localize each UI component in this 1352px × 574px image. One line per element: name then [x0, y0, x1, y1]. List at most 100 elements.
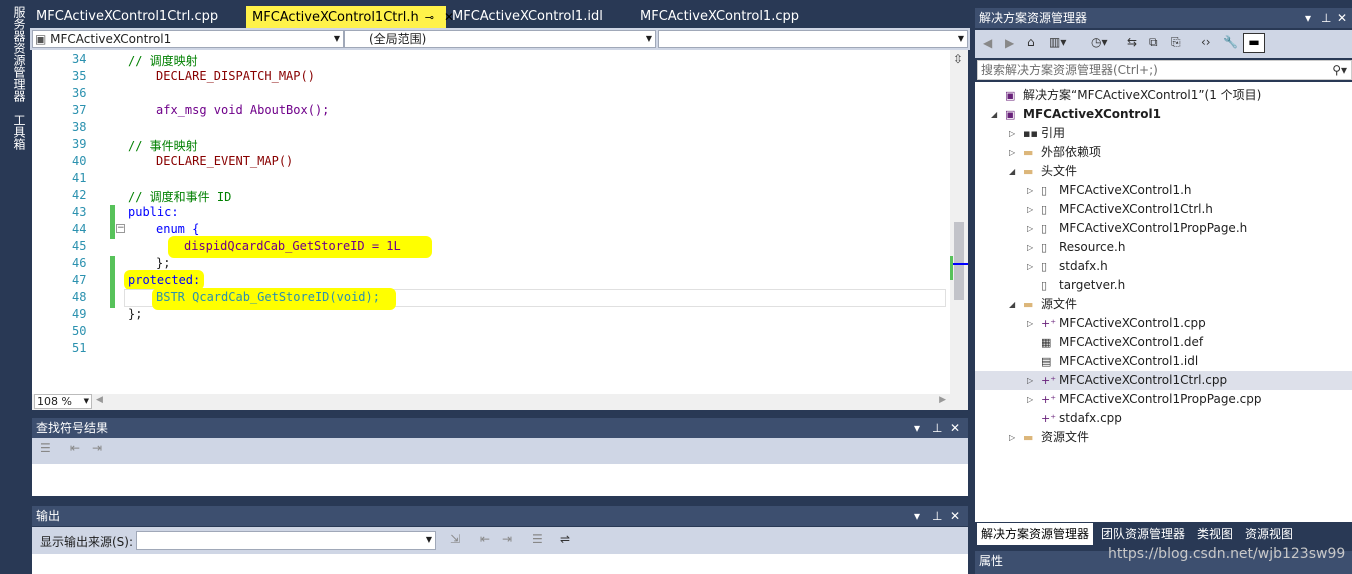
find-symbol-results-area[interactable] [32, 464, 968, 496]
tree-node-label: MFCActiveXControl1.h [1059, 183, 1192, 197]
go-next-icon[interactable]: ⇥ [502, 532, 512, 546]
tab-idl[interactable]: MFCActiveXControl1.idl [446, 6, 634, 28]
tree-node[interactable]: ▷ ▬ 外部依赖项 [975, 143, 1352, 162]
collapse-icon[interactable]: − [116, 224, 125, 233]
code-line-48: BSTR QcardCab_GetStoreID(void); [156, 290, 380, 304]
code-line-39: // 事件映射 [128, 139, 198, 153]
scope-dropdown[interactable]: (全局范围) ▼ [344, 30, 656, 48]
word-wrap-icon[interactable]: ⇌ [560, 532, 570, 546]
dropdown-icon[interactable]: ▾ [1305, 8, 1311, 28]
tree-node[interactable]: ◢ ▬ 头文件 [975, 162, 1352, 181]
tab-class-view[interactable]: 类视图 [1193, 523, 1237, 545]
show-all-files-icon[interactable]: ⎘ [1171, 35, 1181, 50]
scroll-left-icon[interactable]: ◀ [96, 395, 103, 405]
collapse-all-icon[interactable]: ⧉ [1149, 35, 1158, 50]
collapsed-arrow-icon[interactable]: ▷ [1027, 314, 1033, 333]
expanded-arrow-icon[interactable]: ◢ [1009, 162, 1015, 181]
collapsed-arrow-icon[interactable]: ▷ [1027, 390, 1033, 409]
sync-icon[interactable]: ⇆ [1127, 35, 1137, 49]
tree-node[interactable]: ▷ +⁺ MFCActiveXControl1Ctrl.cpp [975, 371, 1352, 390]
collapsed-arrow-icon[interactable]: ▷ [1027, 371, 1033, 390]
view-code-icon[interactable]: ‹› [1201, 35, 1211, 49]
expanded-arrow-icon[interactable]: ◢ [1009, 295, 1015, 314]
close-icon[interactable]: ✕ [1337, 8, 1347, 28]
collapsed-arrow-icon[interactable]: ▷ [1027, 219, 1033, 238]
list-icon[interactable]: ☰ [40, 441, 51, 455]
code-line-43: public: [128, 205, 179, 219]
clear-all-icon[interactable]: ☰ [532, 532, 543, 546]
tab-solution-explorer[interactable]: 解决方案资源管理器 [977, 523, 1094, 545]
vertical-scrollbar[interactable]: ⇳ [950, 50, 968, 394]
tab-ctrl-h[interactable]: MFCActiveXControl1Ctrl.h ⊸ ✕ [246, 6, 454, 28]
go-next-icon[interactable]: ⇥ [92, 441, 102, 455]
go-prev-icon[interactable]: ⇤ [480, 532, 490, 546]
tab-team-explorer[interactable]: 团队资源管理器 [1097, 523, 1189, 545]
pin-icon[interactable]: ⊥ [932, 418, 942, 438]
collapsed-arrow-icon[interactable]: ▷ [1027, 181, 1033, 200]
line-number: 39 [72, 137, 87, 151]
member-dropdown[interactable]: ▼ [658, 30, 968, 48]
code-editor[interactable]: 34 35 36 37 38 39 40 41 42 43 44 45 46 4… [32, 50, 968, 394]
pin-icon[interactable]: ⊥ [1321, 8, 1331, 28]
tree-node[interactable]: ▦ MFCActiveXControl1.def [975, 333, 1352, 352]
preview-icon[interactable]: ▬ [1243, 33, 1265, 53]
toolbox-tab[interactable]: 工具箱 [0, 114, 28, 150]
scroll-thumb[interactable] [954, 222, 964, 300]
tree-node[interactable]: ▷ ▯ MFCActiveXControl1.h [975, 181, 1352, 200]
pin-icon[interactable]: ⊥ [932, 506, 942, 526]
search-icon[interactable]: ⚲▾ [1332, 61, 1347, 79]
zoom-dropdown[interactable]: 108 % ▼ [34, 394, 92, 409]
tree-node[interactable]: ▷ ▬ 资源文件 [975, 428, 1352, 447]
tree-node[interactable]: ◢ ▬ 源文件 [975, 295, 1352, 314]
tab-ctrl-cpp[interactable]: MFCActiveXControl1Ctrl.cpp [30, 6, 246, 28]
project-dropdown[interactable]: ▣ MFCActiveXControl1 ▼ [32, 30, 344, 48]
forward-icon[interactable]: ▶ [1005, 36, 1014, 50]
properties-icon[interactable]: 🔧 [1223, 35, 1238, 49]
go-prev-icon[interactable]: ⇤ [70, 441, 80, 455]
tab-resource-view[interactable]: 资源视图 [1241, 523, 1297, 545]
pending-changes-icon[interactable]: ◷▾ [1091, 35, 1108, 49]
collapsed-arrow-icon[interactable]: ▷ [1027, 257, 1033, 276]
def-file-icon: ▦ [1041, 336, 1052, 349]
collapsed-arrow-icon[interactable]: ▷ [1009, 124, 1015, 143]
find-symbol-toolbar: ☰ ⇤ ⇥ [32, 438, 968, 464]
output-source-dropdown[interactable]: ▼ [136, 531, 436, 550]
solution-search-input[interactable]: 搜索解决方案资源管理器(Ctrl+;) ⚲▾ [977, 60, 1352, 80]
tree-node[interactable]: ▤ MFCActiveXControl1.idl [975, 352, 1352, 371]
switch-view-icon[interactable]: ▥▾ [1049, 35, 1066, 49]
split-icon[interactable]: ⇳ [953, 52, 963, 66]
collapsed-arrow-icon[interactable]: ▷ [1027, 238, 1033, 257]
tree-node[interactable]: ▷ ▯ Resource.h [975, 238, 1352, 257]
tree-node[interactable]: ◢ ▣ MFCActiveXControl1 [975, 105, 1352, 124]
close-icon[interactable]: ✕ [950, 418, 960, 438]
tree-node[interactable]: ▷ +⁺ MFCActiveXControl1PropPage.cpp [975, 390, 1352, 409]
close-icon[interactable]: ✕ [950, 506, 960, 526]
home-icon[interactable]: ⌂ [1027, 35, 1035, 49]
tree-node[interactable]: ▯ targetver.h [975, 276, 1352, 295]
tab-cpp[interactable]: MFCActiveXControl1.cpp [634, 6, 830, 28]
tree-node[interactable]: ▷ +⁺ MFCActiveXControl1.cpp [975, 314, 1352, 333]
tree-node-label: 头文件 [1041, 164, 1078, 178]
tree-node[interactable]: ▷ ▯ MFCActiveXControl1PropPage.h [975, 219, 1352, 238]
collapsed-arrow-icon[interactable]: ▷ [1027, 200, 1033, 219]
change-marker [110, 256, 115, 308]
tree-node[interactable]: ▣ 解决方案“MFCActiveXControl1”(1 个项目) [975, 86, 1352, 105]
tree-node[interactable]: ▷ ▯ stdafx.h [975, 257, 1352, 276]
expanded-arrow-icon[interactable]: ◢ [991, 105, 997, 124]
code-line-34: // 调度映射 [128, 54, 198, 68]
tree-node[interactable]: ▷ ▯ MFCActiveXControl1Ctrl.h [975, 200, 1352, 219]
collapsed-arrow-icon[interactable]: ▷ [1009, 428, 1015, 447]
tree-node[interactable]: ▷ ▪▪ 引用 [975, 124, 1352, 143]
find-message-icon[interactable]: ⇲ [450, 532, 460, 546]
tree-node[interactable]: +⁺ stdafx.cpp [975, 409, 1352, 428]
dropdown-icon[interactable]: ▾ [914, 506, 920, 526]
back-icon[interactable]: ◀ [983, 36, 992, 50]
collapsed-arrow-icon[interactable]: ▷ [1009, 143, 1015, 162]
scroll-right-icon[interactable]: ▶ [939, 395, 946, 405]
solution-tree[interactable]: ▣ 解决方案“MFCActiveXControl1”(1 个项目) ◢ ▣ MFCAct… [975, 82, 1352, 522]
dropdown-icon[interactable]: ▾ [914, 418, 920, 438]
server-explorer-tab[interactable]: 服务器资源管理器 [0, 6, 28, 102]
pin-icon[interactable]: ⊸ [425, 11, 434, 24]
horizontal-scrollbar[interactable]: ◀ ▶ [94, 394, 968, 409]
output-text-area[interactable] [32, 554, 968, 574]
